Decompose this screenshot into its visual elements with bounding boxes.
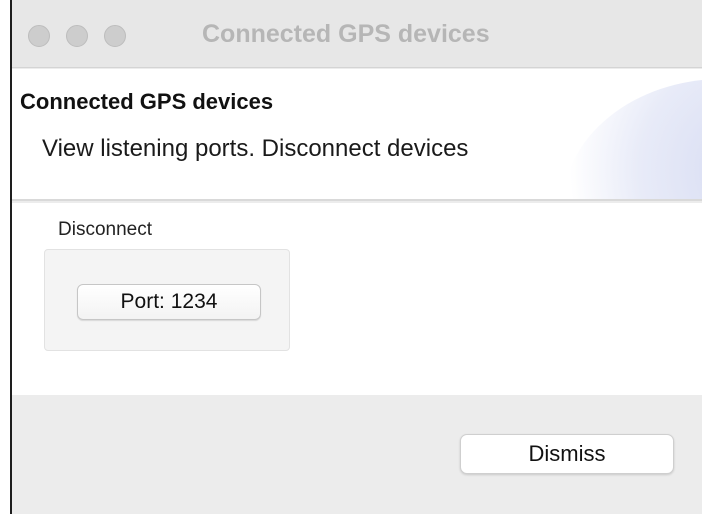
header-subtitle: View listening ports. Disconnect devices: [42, 135, 469, 162]
header-decoration: [562, 79, 702, 199]
dialog-header: Connected GPS devices View listening por…: [12, 69, 702, 201]
close-window-icon[interactable]: [28, 25, 50, 47]
header-title: Connected GPS devices: [20, 89, 274, 114]
window-title: Connected GPS devices: [202, 20, 490, 48]
dialog-content: Disconnect Port: 1234: [12, 203, 702, 395]
minimize-window-icon[interactable]: [66, 25, 88, 47]
port-1234-button[interactable]: Port: 1234: [77, 284, 261, 320]
dialog-footer: Dismiss: [12, 395, 702, 514]
disconnect-group-box: Port: 1234: [44, 249, 290, 351]
disconnect-group-label: Disconnect: [58, 219, 152, 240]
title-bar[interactable]: Connected GPS devices: [12, 0, 702, 68]
zoom-window-icon[interactable]: [104, 25, 126, 47]
dialog-window: Connected GPS devices Connected GPS devi…: [10, 0, 702, 514]
dismiss-button[interactable]: Dismiss: [460, 434, 674, 474]
